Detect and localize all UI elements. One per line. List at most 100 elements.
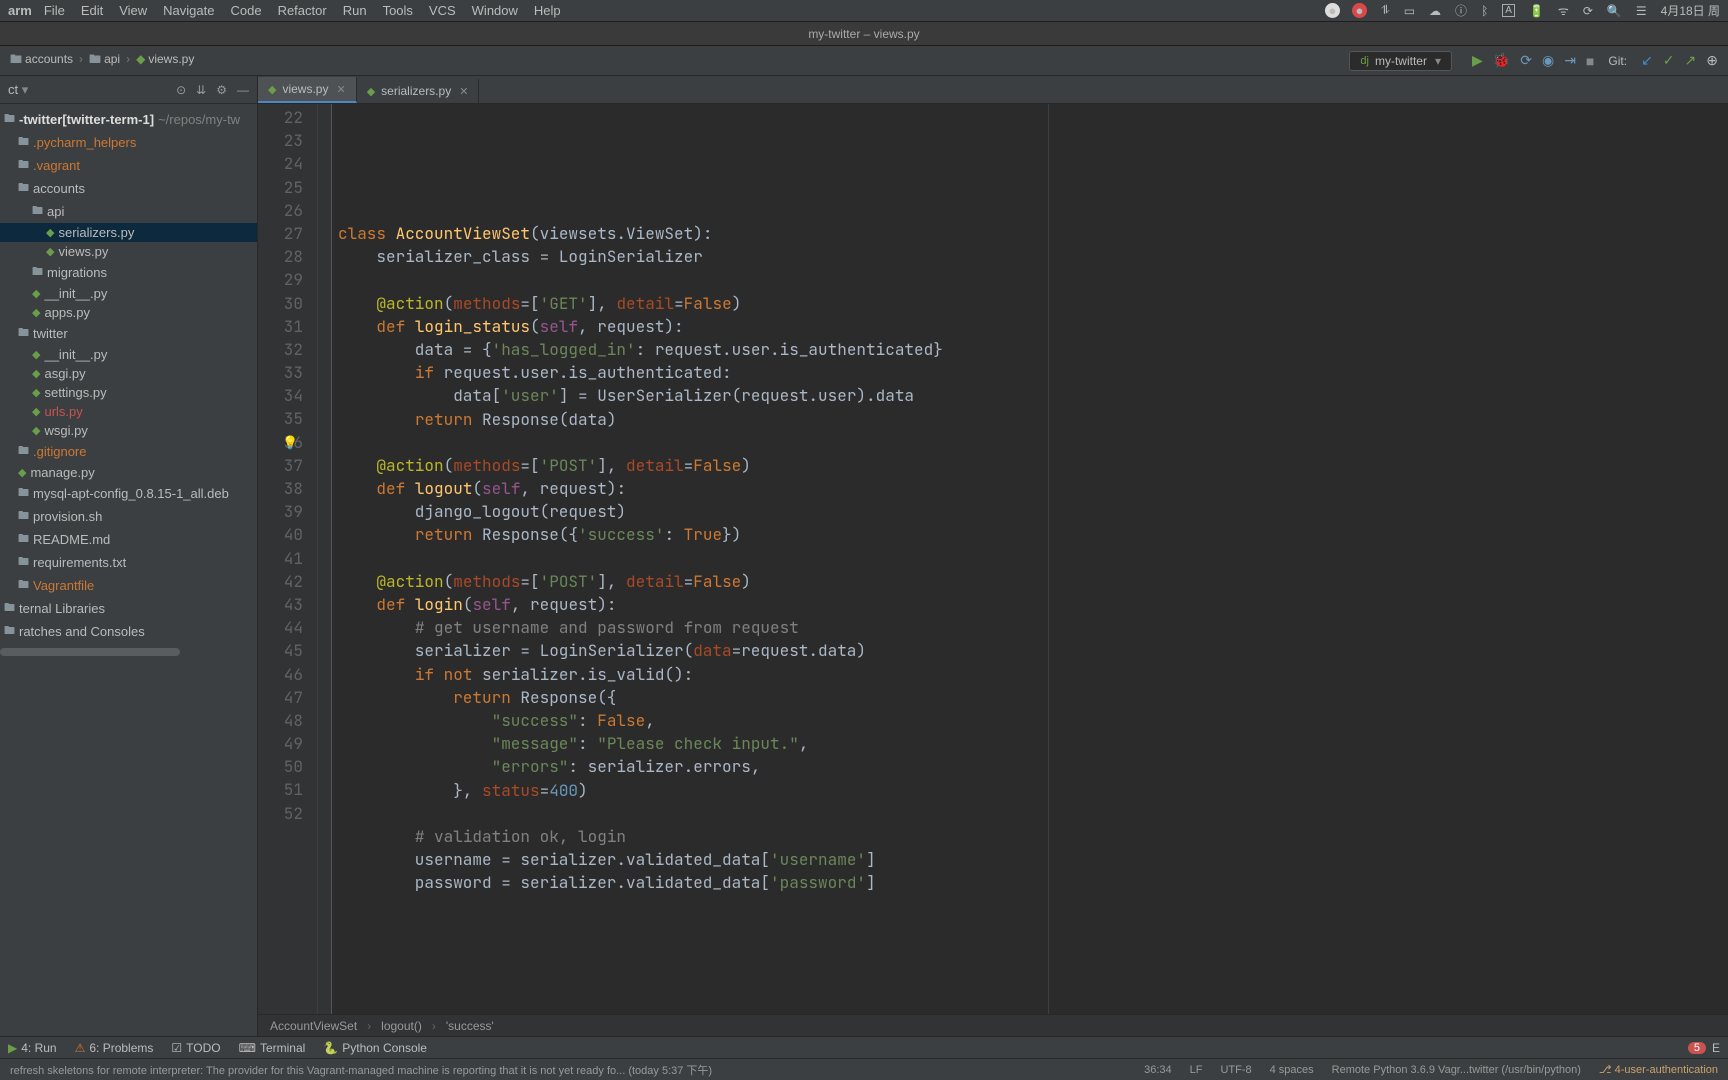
editor-breadcrumbs[interactable]: AccountViewSet›logout()›'success' bbox=[258, 1014, 1728, 1036]
tree-item[interactable]: ◆__init__.py bbox=[0, 345, 257, 364]
menu-run[interactable]: Run bbox=[343, 3, 367, 18]
mission-control-icon[interactable]: ▭ bbox=[1404, 4, 1415, 18]
code-line[interactable]: data['user'] = UserSerializer(request.us… bbox=[338, 384, 1728, 407]
menu-file[interactable]: File bbox=[44, 3, 65, 18]
code-line[interactable]: if request.user.is_authenticated: bbox=[338, 361, 1728, 384]
info-icon[interactable]: ⓘ bbox=[1455, 2, 1467, 19]
code-line[interactable] bbox=[338, 431, 1728, 454]
tree-item[interactable]: ◆asgi.py bbox=[0, 364, 257, 383]
git-update-button[interactable]: ↙ bbox=[1641, 52, 1653, 69]
line-number[interactable]: 28 bbox=[258, 245, 303, 268]
collapse-all-icon[interactable]: ⇊ bbox=[196, 83, 206, 97]
menu-code[interactable]: Code bbox=[230, 3, 261, 18]
code-line[interactable]: data = {'has_logged_in': request.user.is… bbox=[338, 338, 1728, 361]
tree-item[interactable]: 🖿.gitignore bbox=[0, 440, 257, 463]
line-number[interactable]: 35 bbox=[258, 407, 303, 430]
locate-icon[interactable]: ⊙ bbox=[176, 83, 186, 97]
tree-item[interactable]: 🖿.pycharm_helpers bbox=[0, 131, 257, 154]
editor-breadcrumb-item[interactable]: logout() bbox=[381, 1019, 422, 1033]
code-line[interactable]: return Response({ bbox=[338, 686, 1728, 709]
line-number[interactable]: 37 bbox=[258, 454, 303, 477]
record-icon[interactable]: ● bbox=[1325, 3, 1340, 18]
line-number[interactable]: 52 bbox=[258, 802, 303, 825]
code-line[interactable]: @action(methods=['POST'], detail=False) bbox=[338, 570, 1728, 593]
code-line[interactable] bbox=[338, 199, 1728, 222]
code-line[interactable]: serializer_class = LoginSerializer bbox=[338, 245, 1728, 268]
line-number[interactable]: 40 bbox=[258, 523, 303, 546]
editor-tab[interactable]: ◆views.py✕ bbox=[258, 77, 357, 103]
run-button[interactable]: ▶ bbox=[1472, 52, 1483, 69]
line-number[interactable]: 51 bbox=[258, 778, 303, 801]
line-number[interactable]: 33 bbox=[258, 361, 303, 384]
editor-breadcrumb-item[interactable]: AccountViewSet bbox=[270, 1019, 357, 1033]
wifi-icon[interactable]: ᯤ bbox=[1558, 2, 1569, 19]
tree-item[interactable]: ◆urls.py bbox=[0, 402, 257, 421]
code-line[interactable]: return Response(data) bbox=[338, 408, 1728, 431]
code-line[interactable]: password = serializer.validated_data['pa… bbox=[338, 871, 1728, 894]
run-with-coverage-button[interactable]: ⟳ bbox=[1520, 52, 1532, 69]
code-line[interactable]: django_logout(request) bbox=[338, 500, 1728, 523]
line-number[interactable]: 26 bbox=[258, 199, 303, 222]
line-number[interactable]: 24 bbox=[258, 152, 303, 175]
breadcrumb-item[interactable]: ◆views.py bbox=[136, 52, 194, 66]
line-number[interactable]: 22 bbox=[258, 106, 303, 129]
code-line[interactable]: @action(methods=['GET'], detail=False) bbox=[338, 292, 1728, 315]
line-number[interactable]: 48 bbox=[258, 709, 303, 732]
stop-record-icon[interactable]: ● bbox=[1352, 3, 1367, 18]
project-selector[interactable]: ct ▾ bbox=[8, 82, 166, 98]
menu-navigate[interactable]: Navigate bbox=[163, 3, 214, 18]
python-console-tool-window-button[interactable]: 🐍Python Console bbox=[323, 1041, 427, 1055]
code-line[interactable]: # validation ok, login bbox=[338, 825, 1728, 848]
menu-vcs[interactable]: VCS bbox=[429, 3, 456, 18]
gear-icon[interactable]: ⚙ bbox=[216, 83, 227, 97]
gutter[interactable]: 2223242526272829303132333435363738394041… bbox=[258, 104, 318, 1014]
code-line[interactable]: username = serializer.validated_data['us… bbox=[338, 848, 1728, 871]
editor[interactable]: 2223242526272829303132333435363738394041… bbox=[258, 104, 1728, 1014]
input-icon[interactable]: A bbox=[1502, 4, 1515, 17]
project-tree[interactable]: 🖿-twitter [twitter-term-1] ~/repos/my-tw… bbox=[0, 104, 257, 647]
tree-item[interactable]: 🖿README.md bbox=[0, 528, 257, 551]
menu-view[interactable]: View bbox=[119, 3, 147, 18]
line-separator[interactable]: LF bbox=[1190, 1064, 1203, 1076]
code-line[interactable]: @action(methods=['POST'], detail=False) bbox=[338, 454, 1728, 477]
code-line[interactable]: def login_status(self, request): bbox=[338, 315, 1728, 338]
problems-tool-window-button[interactable]: ⚠6: Problems bbox=[75, 1041, 154, 1055]
attach-button[interactable]: ⇥ bbox=[1564, 52, 1576, 69]
control-center-icon[interactable]: ☰ bbox=[1636, 4, 1647, 18]
tree-item[interactable]: 🖿Vagrantfile bbox=[0, 574, 257, 597]
tree-item[interactable]: 🖿ratches and Consoles bbox=[0, 620, 257, 643]
code-line[interactable] bbox=[338, 547, 1728, 570]
tree-item[interactable]: 🖿provision.sh bbox=[0, 505, 257, 528]
line-number[interactable]: 41 bbox=[258, 547, 303, 570]
run-configuration-selector[interactable]: dj my-twitter ▾ bbox=[1349, 51, 1452, 71]
hide-icon[interactable]: — bbox=[237, 83, 249, 97]
code-line[interactable] bbox=[338, 802, 1728, 825]
code-area[interactable]: 💡 class AccountViewSet(viewsets.ViewSet)… bbox=[332, 104, 1728, 1014]
editor-tab[interactable]: ◆serializers.py✕ bbox=[357, 79, 480, 103]
todo-tool-window-button[interactable]: ☑TODO bbox=[171, 1041, 220, 1055]
line-number[interactable]: 49 bbox=[258, 732, 303, 755]
code-line[interactable]: "message": "Please check input.", bbox=[338, 732, 1728, 755]
code-line[interactable]: if not serializer.is_valid(): bbox=[338, 663, 1728, 686]
terminal-tool-window-button[interactable]: ⌨Terminal bbox=[239, 1041, 306, 1055]
run-tool-window-button[interactable]: ▶4: Run bbox=[8, 1041, 57, 1055]
line-number[interactable]: 45 bbox=[258, 639, 303, 662]
fold-gutter[interactable] bbox=[318, 104, 332, 1014]
line-number[interactable]: 25 bbox=[258, 176, 303, 199]
code-line[interactable]: def login(self, request): bbox=[338, 593, 1728, 616]
git-push-button[interactable]: ↗ bbox=[1685, 52, 1697, 69]
line-number[interactable]: 42 bbox=[258, 570, 303, 593]
line-number[interactable]: 30 bbox=[258, 292, 303, 315]
line-number[interactable]: 32 bbox=[258, 338, 303, 361]
tree-item[interactable]: ◆apps.py bbox=[0, 303, 257, 322]
tree-item[interactable]: ◆settings.py bbox=[0, 383, 257, 402]
tray-icon[interactable]: ⥮ bbox=[1381, 3, 1390, 18]
menu-window[interactable]: Window bbox=[472, 3, 518, 18]
line-number[interactable]: 47 bbox=[258, 686, 303, 709]
breadcrumb-item[interactable]: 🖿api bbox=[89, 52, 120, 66]
close-icon[interactable]: ✕ bbox=[459, 85, 468, 98]
tree-item[interactable]: 🖿accounts bbox=[0, 177, 257, 200]
code-line[interactable]: return Response({'success': True}) bbox=[338, 523, 1728, 546]
code-line[interactable]: serializer = LoginSerializer(data=reques… bbox=[338, 639, 1728, 662]
profile-button[interactable]: ◉ bbox=[1542, 52, 1554, 69]
